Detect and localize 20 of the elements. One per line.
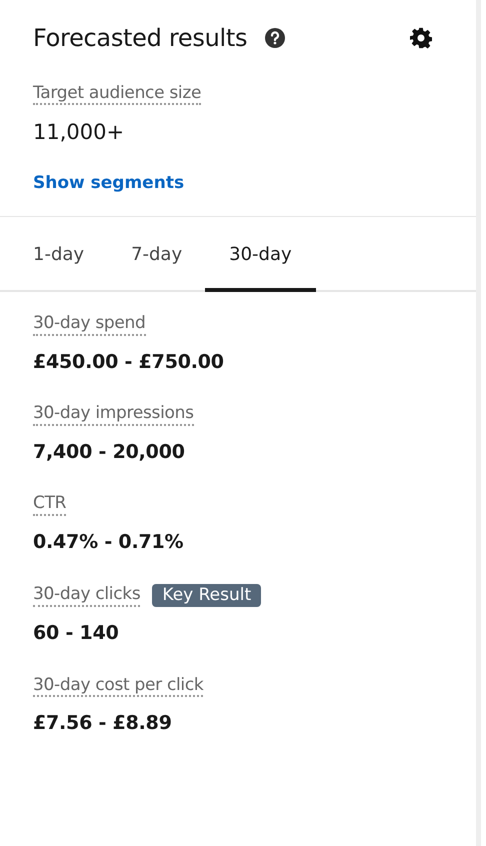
metric-value: 0.47% - 0.71% — [33, 530, 184, 555]
panel-title: Forecasted results — [33, 24, 248, 53]
show-segments-link[interactable]: Show segments — [33, 172, 184, 193]
key-result-badge: Key Result — [152, 584, 262, 608]
audience-label: Target audience size — [33, 84, 202, 106]
metric-value: 60 - 140 — [33, 621, 120, 646]
period-tab[interactable]: 1-day — [33, 241, 84, 292]
metric-label: CTR — [33, 494, 66, 516]
metric-label: 30-day cost per click — [33, 676, 204, 698]
metric-value: £450.00 - £750.00 — [33, 350, 225, 375]
metric-label: 30-day clicks — [33, 585, 140, 607]
metric-value: £7.56 - £8.89 — [33, 711, 173, 736]
period-tab[interactable]: 7-day — [131, 241, 182, 292]
metric-value: 7,400 - 20,000 — [33, 440, 186, 465]
metric-label: 30-day spend — [33, 314, 146, 336]
audience-value: 11,000+ — [33, 119, 126, 146]
settings-icon[interactable] — [410, 27, 432, 50]
metric-label: 30-day impressions — [33, 404, 194, 426]
period-tab[interactable]: 30-day — [205, 241, 316, 292]
help-icon[interactable] — [265, 28, 286, 48]
